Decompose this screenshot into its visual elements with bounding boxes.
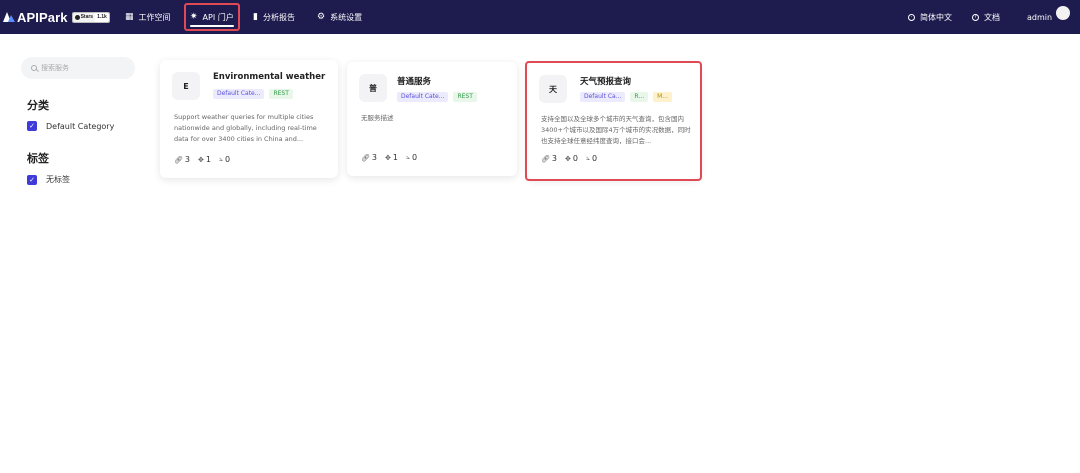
api-count: 3 (551, 154, 557, 163)
calls-chart-icon: ⦣ (585, 154, 590, 162)
active-tab-indicator (190, 25, 234, 27)
service-description: 无服务描述 (361, 114, 394, 122)
protocol-tag: REST (453, 92, 477, 102)
service-avatar: 普 (359, 74, 387, 102)
github-icon (74, 14, 80, 20)
api-count: 3 (371, 153, 377, 162)
nav-settings[interactable]: ⚙ 系统设置 (317, 0, 362, 34)
tag-heading: 标签 (27, 152, 49, 165)
category-tag: Default Cate... (213, 89, 265, 99)
protocol-tag: R... (630, 92, 649, 102)
service-tags: Default Cate... REST (397, 92, 482, 102)
apipark-logo-icon (3, 12, 15, 22)
calls-chart-icon: ⦣ (405, 153, 410, 161)
nav-workspace[interactable]: ▦ 工作空间 (125, 0, 171, 34)
help-icon: ? (972, 13, 979, 21)
nav-analytics[interactable]: ▮ 分析报告 (253, 0, 295, 34)
nav-workspace-label: 工作空间 (138, 12, 171, 22)
service-search[interactable] (21, 57, 135, 79)
avatar[interactable] (1056, 6, 1070, 20)
logo[interactable]: APIPark Stars 1.1k (3, 10, 110, 25)
language-switcher[interactable]: · 简体中文 (908, 0, 952, 34)
portal-icon: ✷ (190, 12, 198, 22)
badge-count: 1.1k (95, 12, 109, 22)
subscriber-icon: ✥ (197, 155, 204, 164)
search-icon (31, 65, 37, 71)
service-description: 支持全国以及全球多个城市的天气查询，包含国内3400+个城市以及国际4万个城市的… (541, 115, 691, 145)
call-count: 0 (591, 154, 598, 163)
category-label: Default Category (46, 121, 115, 131)
service-tags: Default Ca... R... M... (580, 92, 677, 102)
service-title: Environmental weather quer (213, 72, 327, 82)
language-label: 简体中文 (920, 12, 952, 22)
top-navbar: APIPark Stars 1.1k ▦ 工作空间 ✷ API 门户 ▮ 分析报… (0, 0, 1080, 34)
category-heading: 分类 (27, 99, 49, 112)
calls-chart-icon: ⦣ (218, 155, 223, 163)
service-stats: 🔗︎ 3 ✥ 0 ⦣ 0 (541, 154, 605, 163)
github-stars-badge[interactable]: Stars 1.1k (71, 11, 110, 23)
method-tag: M... (653, 92, 673, 102)
service-description: Support weather queries for multiple cit… (174, 113, 317, 143)
service-avatar: E (172, 72, 200, 100)
service-title: 普通服务 (397, 77, 432, 87)
category-filter-default[interactable]: ✓ Default Category (27, 121, 114, 131)
nav-analytics-label: 分析报告 (262, 12, 295, 22)
subscriber-count: 1 (205, 155, 211, 164)
api-count: 3 (184, 155, 190, 164)
chart-icon: ▮ (253, 12, 258, 22)
category-tag: Default Cate... (397, 92, 449, 102)
service-avatar: 天 (539, 75, 567, 103)
docs-link[interactable]: ? 文档 (972, 0, 1000, 34)
service-card[interactable]: 普 普通服务 Default Cate... REST 无服务描述 🔗︎ 3 ✥ 1… (347, 62, 517, 176)
subscriber-count: 0 (572, 154, 578, 163)
service-stats: 🔗︎ 3 ✥ 1 ⦣ 0 (361, 153, 425, 162)
username: admin (1027, 12, 1053, 22)
subscriber-count: 1 (392, 153, 398, 162)
call-count: 0 (411, 153, 418, 162)
service-card[interactable]: 天 天气预报查询 Default Ca... R... M... 支持全国以及全… (527, 63, 700, 179)
app-name: APIPark (17, 9, 68, 25)
gear-icon: ⚙ (317, 12, 326, 22)
call-count: 0 (224, 155, 231, 164)
nav-settings-label: 系统设置 (330, 12, 363, 22)
globe-icon: · (908, 13, 915, 21)
service-card[interactable]: E Environmental weather quer Default Cat… (160, 60, 338, 178)
user-menu[interactable]: admin (1027, 0, 1052, 34)
nav-api-portal[interactable]: ✷ API 门户 (184, 3, 240, 31)
workspace-icon: ▦ (125, 12, 134, 22)
protocol-tag: REST (269, 89, 293, 99)
service-tags: Default Cate... REST (213, 89, 298, 99)
checkbox-checked-icon[interactable]: ✓ (27, 174, 37, 185)
search-input[interactable] (41, 64, 131, 72)
link-icon: 🔗︎ (541, 154, 550, 163)
tag-label: 无标签 (46, 175, 70, 184)
subscriber-icon: ✥ (384, 153, 391, 162)
docs-label: 文档 (984, 12, 1000, 22)
service-title: 天气预报查询 (580, 77, 632, 87)
checkbox-checked-icon[interactable]: ✓ (27, 121, 37, 131)
service-stats: 🔗︎ 3 ✥ 1 ⦣ 0 (174, 155, 238, 164)
tag-filter-none[interactable]: ✓ 无标签 (27, 174, 70, 185)
link-icon: 🔗︎ (174, 155, 183, 164)
badge-label: Stars (80, 13, 94, 20)
subscriber-icon: ✥ (564, 154, 571, 163)
nav-api-portal-label: API 门户 (202, 12, 234, 22)
category-tag: Default Ca... (580, 92, 626, 102)
link-icon: 🔗︎ (361, 153, 370, 162)
